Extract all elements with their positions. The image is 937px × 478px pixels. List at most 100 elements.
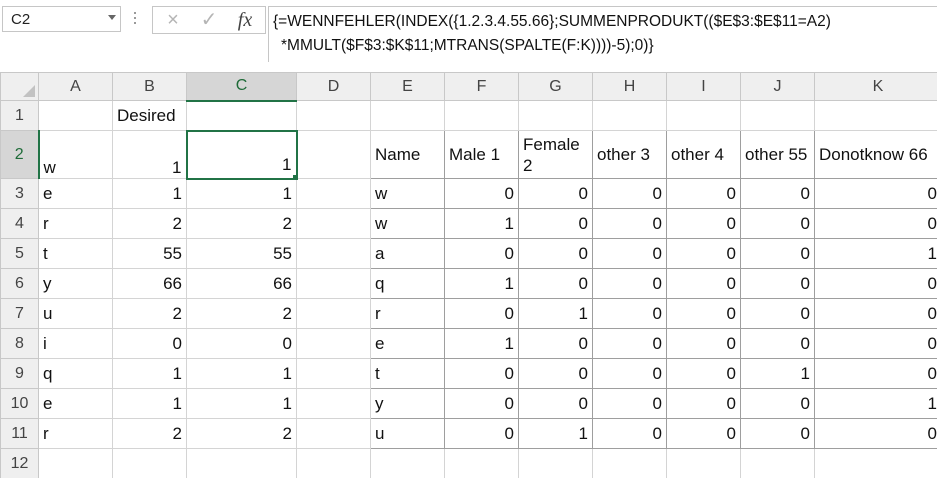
cell-b11[interactable]: 2 bbox=[112, 418, 187, 449]
row-header-6[interactable]: 6 bbox=[0, 268, 39, 299]
table-cell-g5[interactable]: 0 bbox=[518, 238, 593, 269]
table-cell-f11[interactable]: 0 bbox=[444, 418, 519, 449]
column-header-k[interactable]: K bbox=[814, 72, 937, 101]
table-cell-h5[interactable]: 0 bbox=[592, 238, 667, 269]
table-cell-f3[interactable]: 0 bbox=[444, 178, 519, 209]
table-cell-h11[interactable]: 0 bbox=[592, 418, 667, 449]
table-cell-k7[interactable]: 0 bbox=[814, 298, 937, 329]
column-header-d[interactable]: D bbox=[296, 72, 371, 101]
row-header-2[interactable]: 2 bbox=[0, 130, 40, 179]
table-cell-g11[interactable]: 1 bbox=[518, 418, 593, 449]
row-header-7[interactable]: 7 bbox=[0, 298, 39, 329]
row-header-3[interactable]: 3 bbox=[0, 178, 39, 209]
table-cell-h7[interactable]: 0 bbox=[592, 298, 667, 329]
table-cell-k3[interactable]: 0 bbox=[814, 178, 937, 209]
cell-h1[interactable] bbox=[592, 100, 667, 131]
cell-k12[interactable] bbox=[814, 448, 937, 478]
table-header-g[interactable]: Female 2 bbox=[518, 130, 593, 179]
table-cell-g9[interactable]: 0 bbox=[518, 358, 593, 389]
table-header-f[interactable]: Male 1 bbox=[444, 130, 519, 179]
cell-d8[interactable] bbox=[296, 328, 371, 359]
cell-d6[interactable] bbox=[296, 268, 371, 299]
table-cell-j5[interactable]: 0 bbox=[740, 238, 815, 269]
table-cell-i8[interactable]: 0 bbox=[666, 328, 741, 359]
row-header-11[interactable]: 11 bbox=[0, 418, 39, 449]
cell-k1[interactable] bbox=[814, 100, 937, 131]
cell-c1[interactable] bbox=[186, 100, 297, 131]
cell-g1[interactable] bbox=[518, 100, 593, 131]
active-cell-c2[interactable]: 1 bbox=[185, 129, 298, 180]
table-cell-h10[interactable]: 0 bbox=[592, 388, 667, 419]
table-cell-j9[interactable]: 1 bbox=[740, 358, 815, 389]
table-header-k[interactable]: Donotknow 66 bbox=[814, 130, 937, 179]
table-header-j[interactable]: other 55 bbox=[740, 130, 815, 179]
cell-a4[interactable]: r bbox=[38, 208, 113, 239]
table-cell-e9[interactable]: t bbox=[370, 358, 445, 389]
drag-handle-icon[interactable] bbox=[134, 12, 137, 28]
cell-c10[interactable]: 1 bbox=[186, 388, 297, 419]
table-cell-j10[interactable]: 0 bbox=[740, 388, 815, 419]
insert-function-icon[interactable]: fx bbox=[231, 9, 259, 31]
cell-d9[interactable] bbox=[296, 358, 371, 389]
cell-a5[interactable]: t bbox=[38, 238, 113, 269]
table-cell-i4[interactable]: 0 bbox=[666, 208, 741, 239]
cell-c8[interactable]: 0 bbox=[186, 328, 297, 359]
table-cell-j8[interactable]: 0 bbox=[740, 328, 815, 359]
table-header-i[interactable]: other 4 bbox=[666, 130, 741, 179]
table-cell-i9[interactable]: 0 bbox=[666, 358, 741, 389]
cell-a10[interactable]: e bbox=[38, 388, 113, 419]
table-cell-e7[interactable]: r bbox=[370, 298, 445, 329]
cell-b7[interactable]: 2 bbox=[112, 298, 187, 329]
table-cell-h3[interactable]: 0 bbox=[592, 178, 667, 209]
row-header-8[interactable]: 8 bbox=[0, 328, 39, 359]
table-header-e[interactable]: Name bbox=[370, 130, 445, 179]
cell-b2[interactable]: 1 bbox=[112, 130, 187, 179]
row-header-5[interactable]: 5 bbox=[0, 238, 39, 269]
cell-d10[interactable] bbox=[296, 388, 371, 419]
cell-f1[interactable] bbox=[444, 100, 519, 131]
cell-d4[interactable] bbox=[296, 208, 371, 239]
table-cell-g4[interactable]: 0 bbox=[518, 208, 593, 239]
cell-d3[interactable] bbox=[296, 178, 371, 209]
cell-a1[interactable] bbox=[38, 100, 113, 131]
cell-c6[interactable]: 66 bbox=[186, 268, 297, 299]
cell-a8[interactable]: i bbox=[38, 328, 113, 359]
cell-d5[interactable] bbox=[296, 238, 371, 269]
cell-d1[interactable] bbox=[296, 100, 371, 131]
cell-d12[interactable] bbox=[296, 448, 371, 478]
table-cell-g10[interactable]: 0 bbox=[518, 388, 593, 419]
column-header-a[interactable]: A bbox=[38, 72, 113, 101]
cell-a6[interactable]: y bbox=[38, 268, 113, 299]
cell-h12[interactable] bbox=[592, 448, 667, 478]
column-header-i[interactable]: I bbox=[666, 72, 741, 101]
cell-c3[interactable]: 1 bbox=[186, 178, 297, 209]
cell-b4[interactable]: 2 bbox=[112, 208, 187, 239]
fill-handle[interactable] bbox=[291, 173, 295, 177]
row-header-9[interactable]: 9 bbox=[0, 358, 39, 389]
table-cell-k5[interactable]: 1 bbox=[814, 238, 937, 269]
table-cell-g3[interactable]: 0 bbox=[518, 178, 593, 209]
cell-c5[interactable]: 55 bbox=[186, 238, 297, 269]
enter-icon[interactable]: ✓ bbox=[195, 9, 223, 31]
table-cell-e4[interactable]: w bbox=[370, 208, 445, 239]
table-cell-j11[interactable]: 0 bbox=[740, 418, 815, 449]
table-header-h[interactable]: other 3 bbox=[592, 130, 667, 179]
table-cell-f8[interactable]: 1 bbox=[444, 328, 519, 359]
cell-f12[interactable] bbox=[444, 448, 519, 478]
row-header-1[interactable]: 1 bbox=[0, 100, 39, 131]
table-cell-f6[interactable]: 1 bbox=[444, 268, 519, 299]
cell-c7[interactable]: 2 bbox=[186, 298, 297, 329]
cell-d11[interactable] bbox=[296, 418, 371, 449]
cell-i12[interactable] bbox=[666, 448, 741, 478]
table-cell-i3[interactable]: 0 bbox=[666, 178, 741, 209]
cell-c12[interactable] bbox=[186, 448, 297, 478]
column-header-h[interactable]: H bbox=[592, 72, 667, 101]
cell-i1[interactable] bbox=[666, 100, 741, 131]
table-cell-e8[interactable]: e bbox=[370, 328, 445, 359]
cell-g12[interactable] bbox=[518, 448, 593, 478]
cell-j1[interactable] bbox=[740, 100, 815, 131]
cell-j12[interactable] bbox=[740, 448, 815, 478]
cell-b1-header[interactable]: Desired bbox=[112, 100, 187, 131]
cell-c4[interactable]: 2 bbox=[186, 208, 297, 239]
table-cell-i6[interactable]: 0 bbox=[666, 268, 741, 299]
